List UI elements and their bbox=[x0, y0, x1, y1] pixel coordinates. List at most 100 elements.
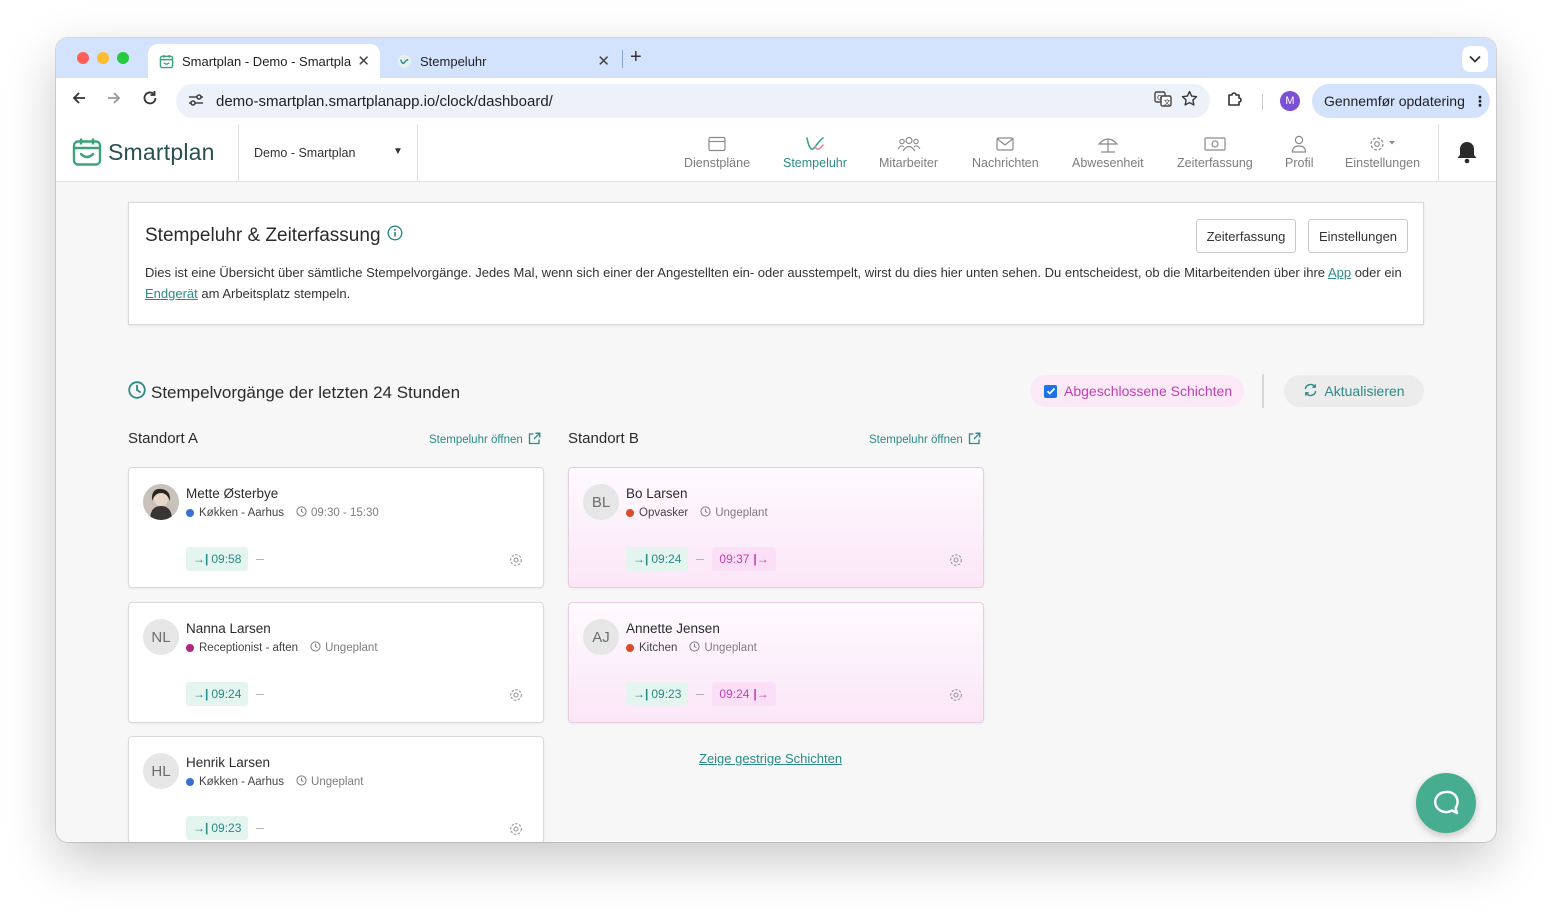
new-tab-button[interactable]: + bbox=[630, 46, 642, 69]
minimize-window-button[interactable] bbox=[97, 52, 109, 64]
shift-time-text: 09:30 - 15:30 bbox=[311, 507, 379, 519]
reload-button[interactable] bbox=[139, 90, 161, 111]
shift-time-text: Ungeplant bbox=[704, 642, 757, 654]
clock-in-time: 09:58 bbox=[211, 552, 242, 566]
location-name: Standort A bbox=[128, 430, 199, 447]
shift-time: 09:30 - 15:30 bbox=[296, 506, 379, 520]
chat-button[interactable] bbox=[1416, 773, 1476, 833]
calendar-favicon-icon bbox=[158, 53, 174, 69]
nav-label: Nachrichten bbox=[972, 156, 1039, 170]
nav-einstellungen[interactable]: Einstellungen bbox=[1345, 134, 1420, 170]
clock-in-badge: →| 09:24 bbox=[626, 547, 689, 571]
close-tab-icon[interactable]: ✕ bbox=[597, 52, 610, 70]
org-selector[interactable]: Demo - Smartplan bbox=[254, 146, 355, 160]
shift-card[interactable]: Mette Østerbye Køkken - Aarhus 09:30 - 1… bbox=[128, 467, 544, 588]
zoom-window-button[interactable] bbox=[117, 52, 129, 64]
tab-stempeluhr[interactable]: Stempeluhr ✕ bbox=[386, 44, 620, 78]
completed-shifts-toggle[interactable]: Abgeschlossene Schichten bbox=[1030, 375, 1244, 407]
update-button[interactable]: Gennemfør opdatering ⋮ bbox=[1312, 84, 1490, 118]
clock-in-time: 09:23 bbox=[651, 687, 682, 701]
address-bar[interactable]: demo-smartplan.smartplanapp.io/clock/das… bbox=[176, 84, 1210, 118]
employee-name: Bo Larsen bbox=[626, 486, 688, 501]
refresh-button[interactable]: Aktualisieren bbox=[1284, 375, 1424, 407]
close-window-button[interactable] bbox=[77, 52, 89, 64]
punch-row: →| 09:24 09:37 |→ bbox=[626, 547, 776, 571]
extensions-puzzle-icon[interactable] bbox=[1226, 90, 1244, 113]
gear-icon[interactable] bbox=[509, 822, 523, 841]
clock-out-time: 09:37 bbox=[719, 552, 750, 566]
avatar: AJ bbox=[583, 619, 619, 655]
device-link[interactable]: Endgerät bbox=[145, 286, 198, 301]
close-tab-icon[interactable]: ✕ bbox=[357, 52, 370, 70]
checkbox-checked[interactable] bbox=[1044, 384, 1057, 398]
shift-card[interactable]: HL Henrik Larsen Køkken - Aarhus Ungepla… bbox=[128, 736, 544, 842]
open-stempeluhr-link[interactable]: Stempeluhr öffnen bbox=[869, 432, 981, 448]
site-settings-icon[interactable] bbox=[188, 93, 206, 110]
tab-separator bbox=[622, 50, 623, 68]
smartplan-logo[interactable]: Smartplan bbox=[72, 137, 215, 167]
nav-stempeluhr[interactable]: Stempeluhr bbox=[783, 134, 847, 170]
nav-dienstplaene[interactable]: Dienstpläne bbox=[684, 134, 750, 170]
shift-card[interactable]: BL Bo Larsen Opvasker Ungeplant →| 09:24 … bbox=[568, 467, 984, 588]
toolbar-separator bbox=[1262, 94, 1263, 110]
einstellungen-button[interactable]: Einstellungen bbox=[1308, 219, 1408, 253]
reload-icon bbox=[143, 91, 157, 105]
clock-icon bbox=[296, 506, 307, 520]
gear-icon[interactable] bbox=[509, 553, 523, 572]
forward-button[interactable] bbox=[103, 90, 125, 111]
nav-zeiterfassung[interactable]: Zeiterfassung bbox=[1177, 134, 1253, 170]
desc-text: am Arbeitsplatz stempeln. bbox=[197, 286, 351, 301]
tab-smartplan[interactable]: Smartplan - Demo - Smartplan ✕ bbox=[148, 44, 380, 78]
role-label: Køkken - Aarhus bbox=[199, 507, 285, 519]
gear-icon[interactable] bbox=[949, 553, 963, 572]
role-label: Køkken - Aarhus bbox=[199, 776, 285, 788]
role-label: Opvasker bbox=[639, 507, 689, 519]
check-icon bbox=[1046, 387, 1055, 395]
gear-icon[interactable] bbox=[949, 688, 963, 707]
info-icon[interactable] bbox=[387, 225, 403, 247]
profile-avatar[interactable]: M bbox=[1280, 91, 1300, 111]
clock-out-time: 09:24 bbox=[719, 687, 750, 701]
zeiterfassung-button[interactable]: Zeiterfassung bbox=[1196, 219, 1296, 253]
show-yesterday-link[interactable]: Zeige gestrige Schichten bbox=[699, 751, 842, 766]
chevron-down-icon bbox=[1469, 55, 1481, 63]
avatar: HL bbox=[143, 753, 179, 789]
nav-nachrichten[interactable]: Nachrichten bbox=[972, 134, 1039, 170]
shift-card[interactable]: AJ Annette Jensen Kitchen Ungeplant →| 09… bbox=[568, 602, 984, 723]
shift-card[interactable]: NL Nanna Larsen Receptionist - aften Ung… bbox=[128, 602, 544, 723]
shift-time: Ungeplant bbox=[689, 641, 757, 655]
clock-in-time: 09:23 bbox=[211, 821, 242, 835]
nav-label: Dienstpläne bbox=[684, 156, 751, 170]
bookmark-star-icon[interactable] bbox=[1176, 90, 1202, 112]
app-link[interactable]: App bbox=[1328, 265, 1351, 280]
gear-icon[interactable] bbox=[509, 688, 523, 707]
clock-in-time: 09:24 bbox=[651, 552, 682, 566]
bell-icon[interactable] bbox=[1456, 140, 1478, 169]
info-description: Dies ist eine Übersicht über sämtliche S… bbox=[145, 262, 1411, 304]
nav-mitarbeiter[interactable]: Mitarbeiter bbox=[879, 134, 938, 170]
chat-bubble-icon bbox=[1434, 790, 1459, 815]
desc-text: oder ein bbox=[1351, 265, 1402, 280]
header-divider bbox=[238, 124, 239, 182]
desc-text: Dies ist eine Übersicht über sämtliche S… bbox=[145, 265, 1328, 280]
tab-search-button[interactable] bbox=[1462, 46, 1488, 72]
translate-icon[interactable]: G文 bbox=[1150, 90, 1176, 112]
clock-in-time: 09:24 bbox=[211, 687, 242, 701]
open-stempeluhr-link[interactable]: Stempeluhr öffnen bbox=[429, 432, 541, 448]
clock-in-icon: →| bbox=[193, 552, 209, 566]
tab-title: Stempeluhr bbox=[420, 53, 487, 69]
clock-in-badge: →| 09:23 bbox=[626, 682, 689, 706]
kebab-menu-icon: ⋮ bbox=[1472, 92, 1487, 109]
clock-icon bbox=[689, 641, 700, 655]
nav-abwesenheit[interactable]: Abwesenheit bbox=[1072, 134, 1144, 170]
svg-text:G: G bbox=[1157, 94, 1162, 102]
external-link-icon bbox=[968, 432, 981, 448]
open-link-label: Stempeluhr öffnen bbox=[429, 434, 523, 446]
nav-label: Abwesenheit bbox=[1072, 156, 1144, 170]
caret-down-icon[interactable]: ▼ bbox=[393, 146, 403, 157]
punch-row: →| 09:23 bbox=[186, 816, 272, 840]
nav-label: Stempeluhr bbox=[783, 156, 847, 170]
nav-profil[interactable]: Profil bbox=[1285, 134, 1313, 170]
update-label: Gennemfør opdatering bbox=[1324, 93, 1465, 109]
back-button[interactable] bbox=[68, 90, 90, 111]
